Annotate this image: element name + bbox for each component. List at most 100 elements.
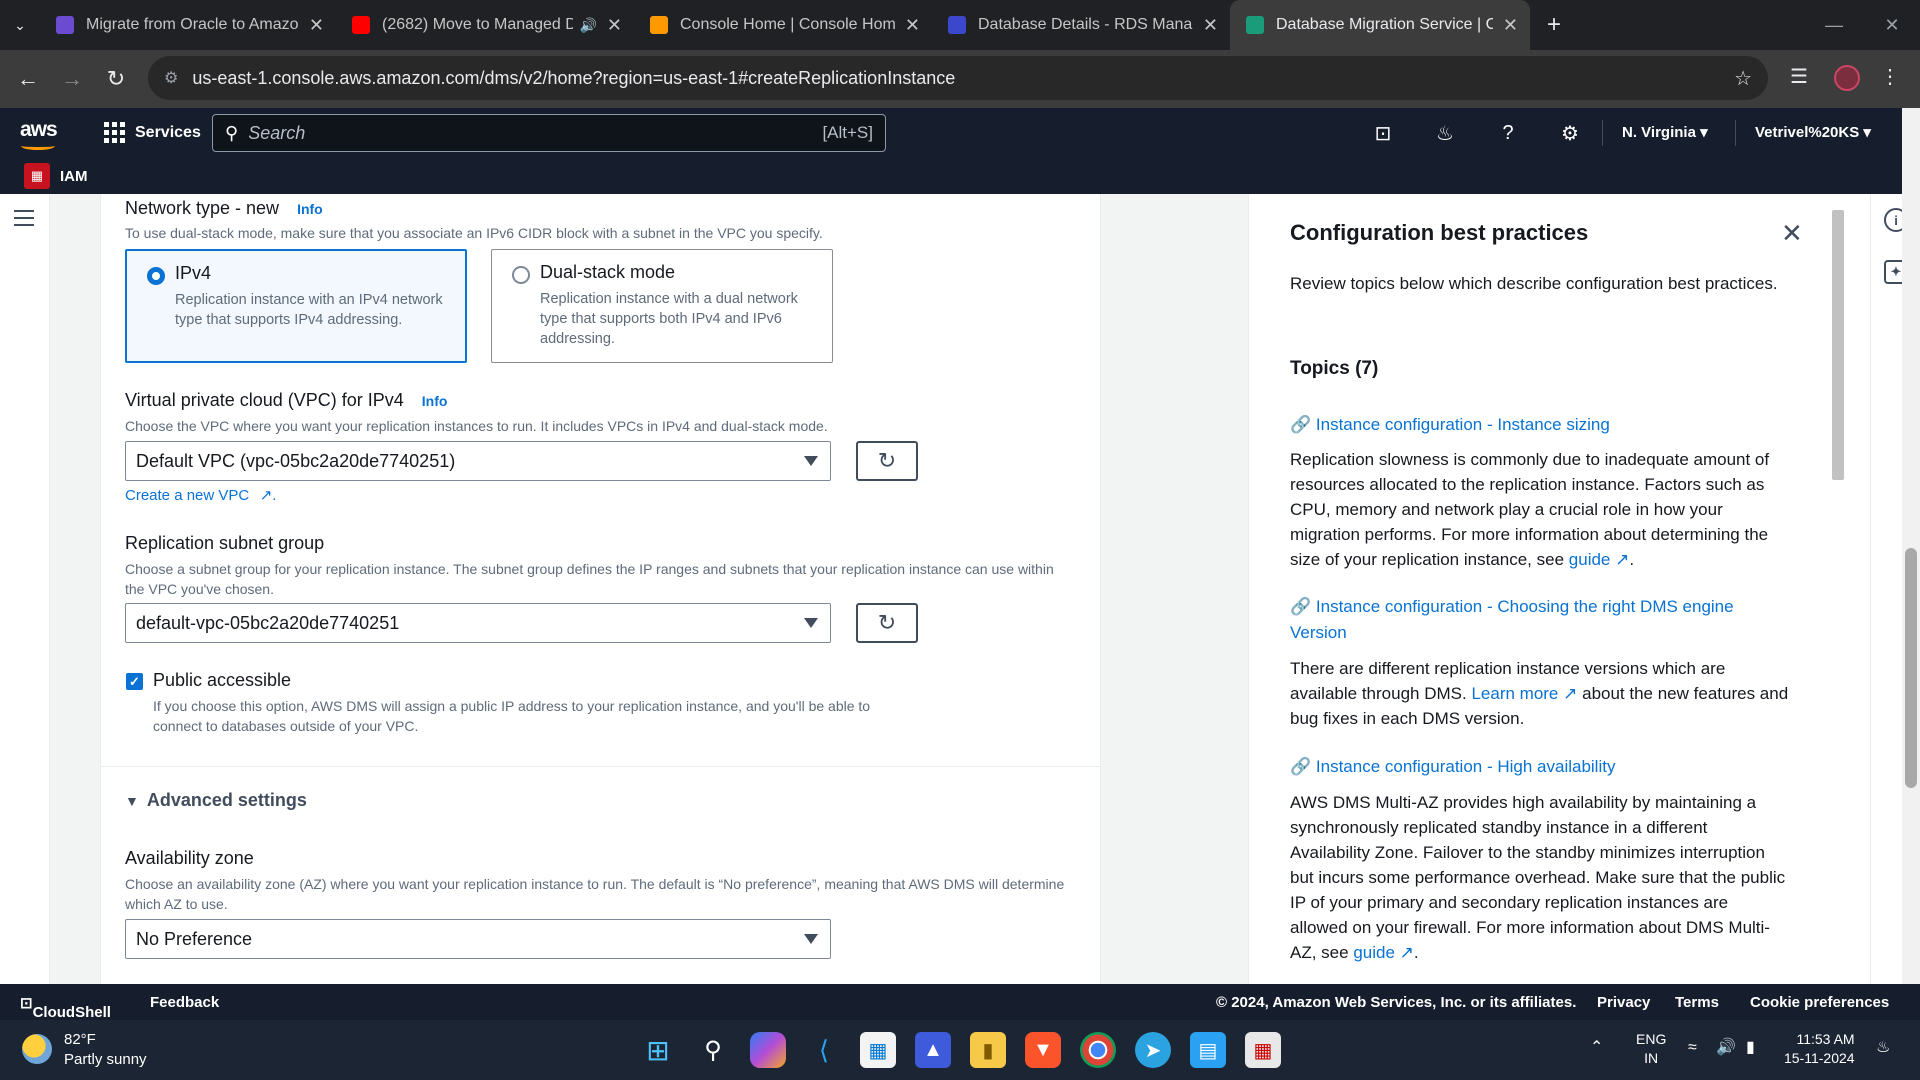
refresh-icon: ↻ (877, 610, 897, 635)
browser-tab-active[interactable]: Database Migration Service | Cr ✕ (1230, 0, 1530, 50)
document-app-icon[interactable]: ▦ (1245, 1032, 1281, 1068)
windows-start-icon[interactable]: ⊞ (640, 1032, 676, 1068)
weather-icon[interactable] (22, 1034, 52, 1064)
link-icon: 🔗 (1290, 415, 1312, 434)
copilot-icon[interactable] (750, 1032, 786, 1068)
close-icon[interactable]: ✕ (1781, 218, 1803, 249)
help-icon[interactable]: ? (1493, 118, 1523, 148)
terms-link[interactable]: Terms (1675, 994, 1719, 1011)
tab-close-icon[interactable]: ✕ (607, 15, 622, 36)
favorite-iam-link[interactable]: IAM (60, 168, 88, 185)
language-indicator[interactable]: ENG IN (1636, 1030, 1666, 1068)
url-input[interactable]: ⚙ us-east-1.console.aws.amazon.com/dms/v… (148, 56, 1768, 100)
subnet-refresh-button[interactable]: ↻ (856, 603, 918, 643)
dual-stack-description: Replication instance with a dual network… (540, 291, 798, 347)
vpc-select-value: Default VPC (vpc-05bc2a20de7740251) (136, 450, 456, 471)
subnet-group-description: Choose a subnet group for your replicati… (125, 561, 1054, 597)
app-icon[interactable]: ▲ (915, 1032, 951, 1068)
vscode-icon[interactable]: ⟨ (806, 1032, 842, 1068)
link-icon: 🔗 (1290, 757, 1312, 776)
back-icon[interactable]: ← (6, 57, 50, 101)
bookmark-star-icon[interactable]: ☆ (1734, 66, 1752, 91)
feedback-link[interactable]: Feedback (150, 994, 219, 1011)
notifications-bell-icon[interactable]: ♨ (1430, 118, 1460, 148)
topic-link-instance-sizing[interactable]: 🔗 Instance configuration - Instance sizi… (1290, 412, 1790, 438)
subnet-group-select[interactable]: default-vpc-05bc2a20de7740251 (125, 603, 831, 643)
guide-link[interactable]: guide (1353, 943, 1395, 962)
telegram-icon[interactable]: ➤ (1135, 1032, 1171, 1068)
services-menu[interactable]: Services (104, 122, 201, 143)
vpc-info-link[interactable]: Info (422, 393, 448, 409)
learn-more-link[interactable]: Learn more (1471, 684, 1558, 703)
guide-link[interactable]: guide (1569, 550, 1611, 569)
public-accessible-checkbox[interactable]: ✓ (126, 673, 143, 690)
help-intro: Review topics below which describe confi… (1290, 274, 1778, 293)
network-type-info-link[interactable]: Info (297, 201, 323, 217)
tab-close-icon[interactable]: ✕ (1503, 15, 1518, 36)
tray-overflow-icon[interactable]: ⌃ (1590, 1038, 1603, 1057)
dual-stack-title: Dual-stack mode (540, 262, 676, 282)
availability-zone-select[interactable]: No Preference (125, 919, 831, 959)
help-panel-scrollbar[interactable] (1830, 196, 1846, 982)
settings-gear-icon[interactable]: ⚙ (1555, 118, 1585, 148)
cloudshell-footer-button[interactable]: ⊡ CloudShell (20, 994, 111, 1021)
hamburger-menu-icon[interactable] (14, 210, 34, 231)
search-placeholder: Search (248, 122, 306, 143)
create-vpc-link[interactable]: Create a new VPC (125, 487, 249, 504)
browser-tab[interactable]: (2682) Move to Managed D 🔊 ✕ (336, 0, 634, 50)
vpc-select[interactable]: Default VPC (vpc-05bc2a20de7740251) (125, 441, 831, 481)
weather-widget[interactable]: 82°F Partly sunny (64, 1030, 147, 1070)
browser-menu-icon[interactable]: ⋮ (1880, 64, 1900, 89)
ipv4-radio-card[interactable]: IPv4 Replication instance with an IPv4 n… (125, 249, 467, 363)
profile-avatar[interactable] (1834, 65, 1860, 91)
brave-icon[interactable]: ▼ (1025, 1032, 1061, 1068)
media-control-icon[interactable]: ☰ (1790, 64, 1808, 89)
cookie-preferences-link[interactable]: Cookie preferences (1750, 994, 1889, 1011)
tab-search-icon[interactable]: ⌄ (0, 0, 40, 50)
browser-tab[interactable]: Console Home | Console Home ✕ (634, 0, 932, 50)
form-card: Network type - new Info To use dual-stack… (100, 194, 1101, 984)
region-selector[interactable]: N. Virginia ▾ (1622, 123, 1708, 141)
tab-close-icon[interactable]: ✕ (1203, 15, 1218, 36)
vpc-refresh-button[interactable]: ↻ (856, 441, 918, 481)
store-icon[interactable]: ▦ (860, 1032, 896, 1068)
dual-stack-radio[interactable] (512, 266, 530, 284)
file-explorer-icon[interactable]: ▮ (970, 1032, 1006, 1068)
search-input[interactable]: ⚲ Search [Alt+S] (212, 114, 886, 152)
iam-icon[interactable]: ▦ (24, 163, 50, 189)
battery-icon[interactable]: ▮ (1746, 1038, 1755, 1057)
topic-link-high-availability[interactable]: 🔗 Instance configuration - High availabi… (1290, 754, 1790, 780)
notepad-icon[interactable]: ▤ (1190, 1032, 1226, 1068)
services-grid-icon (104, 122, 125, 143)
wifi-icon[interactable]: ≈ (1688, 1038, 1697, 1057)
minimize-icon[interactable]: — (1804, 0, 1864, 50)
cloudshell-icon[interactable]: ⊡ (1368, 118, 1398, 148)
speaker-icon[interactable]: 🔊 (579, 17, 596, 34)
site-info-icon[interactable]: ⚙ (164, 68, 178, 88)
forward-icon[interactable]: → (50, 57, 94, 101)
tab-close-icon[interactable]: ✕ (309, 15, 324, 36)
dual-stack-radio-card[interactable]: Dual-stack mode Replication instance wit… (491, 249, 833, 363)
aws-logo[interactable]: aws (20, 118, 58, 150)
volume-icon[interactable]: 🔊 (1716, 1038, 1736, 1057)
tab-close-icon[interactable]: ✕ (905, 15, 920, 36)
advanced-settings-toggle[interactable]: ▼ Advanced settings (125, 790, 307, 811)
chrome-icon[interactable] (1080, 1032, 1116, 1068)
browser-tab[interactable]: Migrate from Oracle to Amazon ✕ (40, 0, 336, 50)
reload-icon[interactable]: ↻ (94, 57, 138, 101)
tab-favicon-icon (56, 16, 74, 34)
browser-tab[interactable]: Database Details - RDS Manage ✕ (932, 0, 1230, 50)
new-tab-button[interactable]: + (1534, 5, 1574, 45)
privacy-link[interactable]: Privacy (1597, 994, 1650, 1011)
topic-link-engine-version[interactable]: 🔗 Instance configuration - Choosing the … (1290, 594, 1790, 646)
topics-heading: Topics (7) (1290, 358, 1379, 379)
page-scrollbar[interactable] (1902, 108, 1920, 984)
notification-bell-icon[interactable]: ♨ (1876, 1038, 1890, 1057)
ipv4-radio[interactable] (147, 267, 165, 285)
windows-taskbar: 82°F Partly sunny ⊞ ⚲ ⟨ ▦ ▲ ▮ ▼ ➤ ▤ ▦ ⌃ E… (0, 1020, 1920, 1080)
account-menu[interactable]: Vetrivel%20KS ▾ (1755, 123, 1871, 141)
tab-title: Console Home | Console Home (680, 16, 895, 33)
clock[interactable]: 11:53 AM 15-11-2024 (1784, 1030, 1855, 1068)
search-icon[interactable]: ⚲ (695, 1032, 731, 1068)
close-window-icon[interactable]: ✕ (1862, 0, 1920, 50)
